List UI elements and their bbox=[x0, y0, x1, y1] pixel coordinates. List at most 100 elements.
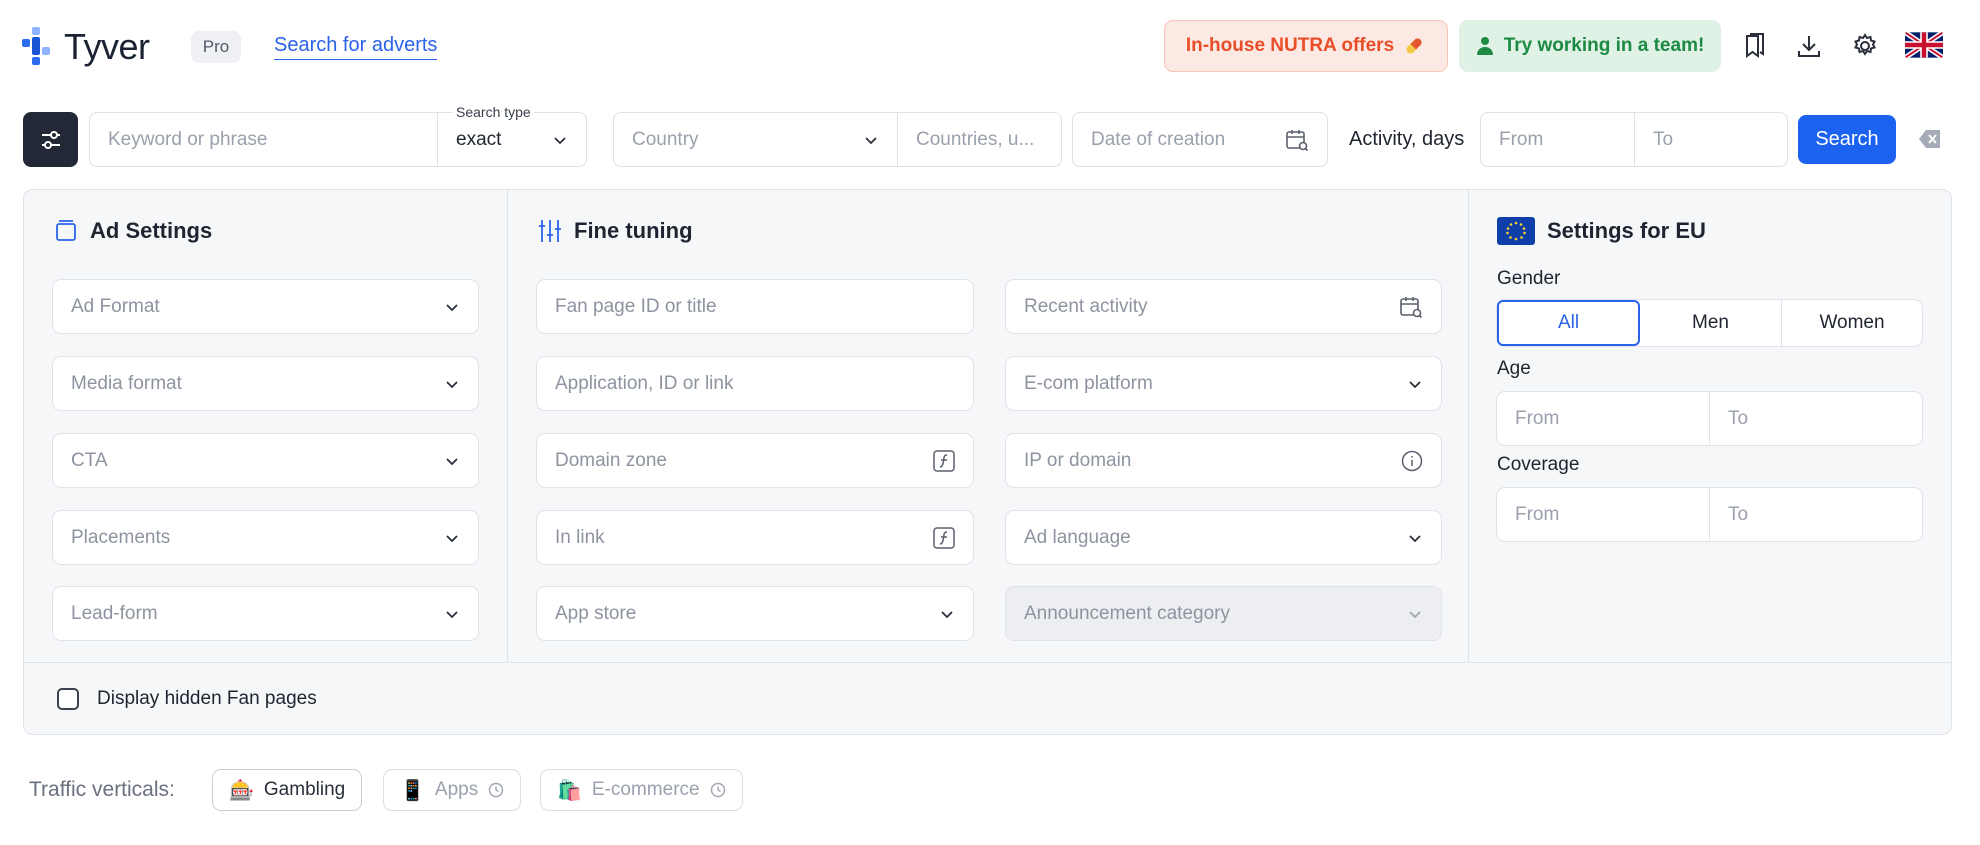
age-to-input[interactable]: To bbox=[1709, 392, 1922, 445]
ip-domain-placeholder: IP or domain bbox=[1024, 449, 1132, 471]
chip-apps[interactable]: 📱 Apps bbox=[383, 769, 522, 811]
hidden-fan-pages-row[interactable]: Display hidden Fan pages bbox=[57, 688, 317, 710]
domain-zone-input[interactable]: Domain zone bbox=[536, 433, 974, 488]
hidden-fan-pages-checkbox[interactable] bbox=[57, 688, 79, 710]
chip-ecommerce[interactable]: 🛍️ E-commerce bbox=[540, 769, 743, 811]
info-icon bbox=[1401, 450, 1423, 471]
function-icon bbox=[933, 526, 955, 549]
search-type-select[interactable]: exact bbox=[437, 112, 587, 167]
hidden-fan-pages-label: Display hidden Fan pages bbox=[97, 688, 317, 709]
chevron-down-icon bbox=[446, 610, 458, 618]
application-input[interactable]: Application, ID or link bbox=[536, 356, 974, 411]
activity-days-label: Activity, days bbox=[1349, 128, 1465, 150]
lead-form-select[interactable]: Lead-form bbox=[52, 586, 479, 641]
gender-option-women[interactable]: Women bbox=[1782, 300, 1922, 346]
date-placeholder: Date of creation bbox=[1091, 128, 1226, 150]
search-type-value: exact bbox=[456, 128, 502, 150]
clock-icon bbox=[489, 782, 504, 798]
coverage-label: Coverage bbox=[1497, 454, 1580, 475]
phone-icon: 📱 bbox=[400, 779, 425, 802]
country-select[interactable]: Country bbox=[613, 112, 898, 167]
chevron-down-icon bbox=[1409, 380, 1421, 388]
ecom-platform-label: E-com platform bbox=[1024, 372, 1153, 394]
sliders-icon bbox=[41, 130, 60, 149]
age-label: Age bbox=[1497, 358, 1531, 379]
nutra-offers-button[interactable]: In-house NUTRA offers bbox=[1164, 20, 1448, 72]
domain-zone-placeholder: Domain zone bbox=[555, 449, 667, 471]
countries-placeholder: Countries, u... bbox=[916, 128, 1035, 150]
ad-format-select[interactable]: Ad Format bbox=[52, 279, 479, 334]
ad-card-icon bbox=[56, 220, 76, 241]
chevron-down-icon bbox=[446, 380, 458, 388]
fan-page-input[interactable]: Fan page ID or title bbox=[536, 279, 974, 334]
ad-language-select[interactable]: Ad language bbox=[1005, 510, 1442, 565]
filters-panel: Ad Settings Ad Format Media format CTA P… bbox=[23, 189, 1952, 735]
chevron-down-icon bbox=[554, 136, 566, 144]
activity-to-input[interactable]: To bbox=[1634, 112, 1788, 167]
announcement-category-label: Announcement category bbox=[1024, 602, 1230, 624]
team-offer-button[interactable]: Try working in a team! bbox=[1459, 20, 1721, 72]
eu-settings-title: Settings for EU bbox=[1547, 218, 1706, 243]
calendar-icon bbox=[1400, 296, 1423, 318]
ad-settings-title: Ad Settings bbox=[90, 218, 213, 243]
function-icon bbox=[933, 449, 955, 472]
logo-mark-icon bbox=[22, 27, 56, 67]
search-adverts-link[interactable]: Search for adverts bbox=[274, 34, 438, 60]
application-placeholder: Application, ID or link bbox=[555, 372, 734, 394]
chip-apps-label: Apps bbox=[434, 779, 479, 800]
column-divider bbox=[1468, 190, 1469, 662]
countries-input[interactable]: Countries, u... bbox=[897, 112, 1062, 167]
download-icon[interactable] bbox=[1795, 32, 1823, 60]
chip-gambling[interactable]: 🎰 Gambling bbox=[212, 769, 363, 811]
team-offer-label: Try working in a team! bbox=[1503, 35, 1705, 56]
gear-icon[interactable] bbox=[1851, 32, 1879, 60]
gender-option-all[interactable]: All bbox=[1497, 300, 1640, 346]
column-divider bbox=[507, 190, 508, 662]
keyword-placeholder: Keyword or phrase bbox=[108, 128, 268, 150]
placements-select[interactable]: Placements bbox=[52, 510, 479, 565]
fine-tuning-title: Fine tuning bbox=[574, 218, 693, 243]
cta-select[interactable]: CTA bbox=[52, 433, 479, 488]
chevron-down-icon bbox=[1409, 610, 1421, 618]
ad-format-label: Ad Format bbox=[71, 295, 160, 317]
app-store-select[interactable]: App store bbox=[536, 586, 974, 641]
date-of-creation-input[interactable]: Date of creation bbox=[1072, 112, 1328, 167]
in-link-input[interactable]: In link bbox=[536, 510, 974, 565]
fan-page-placeholder: Fan page ID or title bbox=[555, 295, 717, 317]
pill-icon bbox=[1406, 38, 1422, 54]
person-icon bbox=[1476, 37, 1493, 55]
recent-activity-placeholder: Recent activity bbox=[1024, 295, 1148, 317]
search-type-label: Search type bbox=[453, 104, 534, 120]
country-placeholder: Country bbox=[632, 128, 699, 150]
age-from-input[interactable]: From bbox=[1497, 392, 1709, 445]
nutra-offers-label: In-house NUTRA offers bbox=[1185, 35, 1395, 56]
row-divider bbox=[24, 662, 1951, 663]
uk-flag-icon[interactable] bbox=[1905, 31, 1943, 59]
eu-flag-icon bbox=[1497, 217, 1535, 245]
placements-label: Placements bbox=[71, 526, 171, 548]
bookmarks-icon[interactable] bbox=[1740, 32, 1768, 60]
keyword-input[interactable]: Keyword or phrase bbox=[89, 112, 438, 167]
chevron-down-icon bbox=[941, 610, 953, 618]
media-format-label: Media format bbox=[71, 372, 182, 394]
coverage-to-input[interactable]: To bbox=[1709, 488, 1922, 541]
filters-toggle-button[interactable] bbox=[23, 112, 78, 167]
age-range: From To bbox=[1496, 391, 1923, 446]
ecom-platform-select[interactable]: E-com platform bbox=[1005, 356, 1442, 411]
recent-activity-input[interactable]: Recent activity bbox=[1005, 279, 1442, 334]
clear-icon[interactable] bbox=[1918, 128, 1942, 150]
media-format-select[interactable]: Media format bbox=[52, 356, 479, 411]
logo[interactable]: Tyver bbox=[22, 26, 150, 68]
gender-option-men[interactable]: Men bbox=[1640, 300, 1782, 346]
chip-gambling-label: Gambling bbox=[263, 779, 346, 800]
equalizer-icon bbox=[539, 220, 561, 242]
coverage-from-input[interactable]: From bbox=[1497, 488, 1709, 541]
clock-icon bbox=[710, 782, 725, 798]
calendar-icon bbox=[1286, 129, 1309, 151]
search-button[interactable]: Search bbox=[1798, 115, 1896, 164]
ad-settings-header: Ad Settings bbox=[54, 218, 212, 244]
lead-form-label: Lead-form bbox=[71, 602, 158, 624]
ip-domain-input[interactable]: IP or domain bbox=[1005, 433, 1442, 488]
in-link-placeholder: In link bbox=[555, 526, 605, 548]
activity-from-input[interactable]: From bbox=[1480, 112, 1635, 167]
